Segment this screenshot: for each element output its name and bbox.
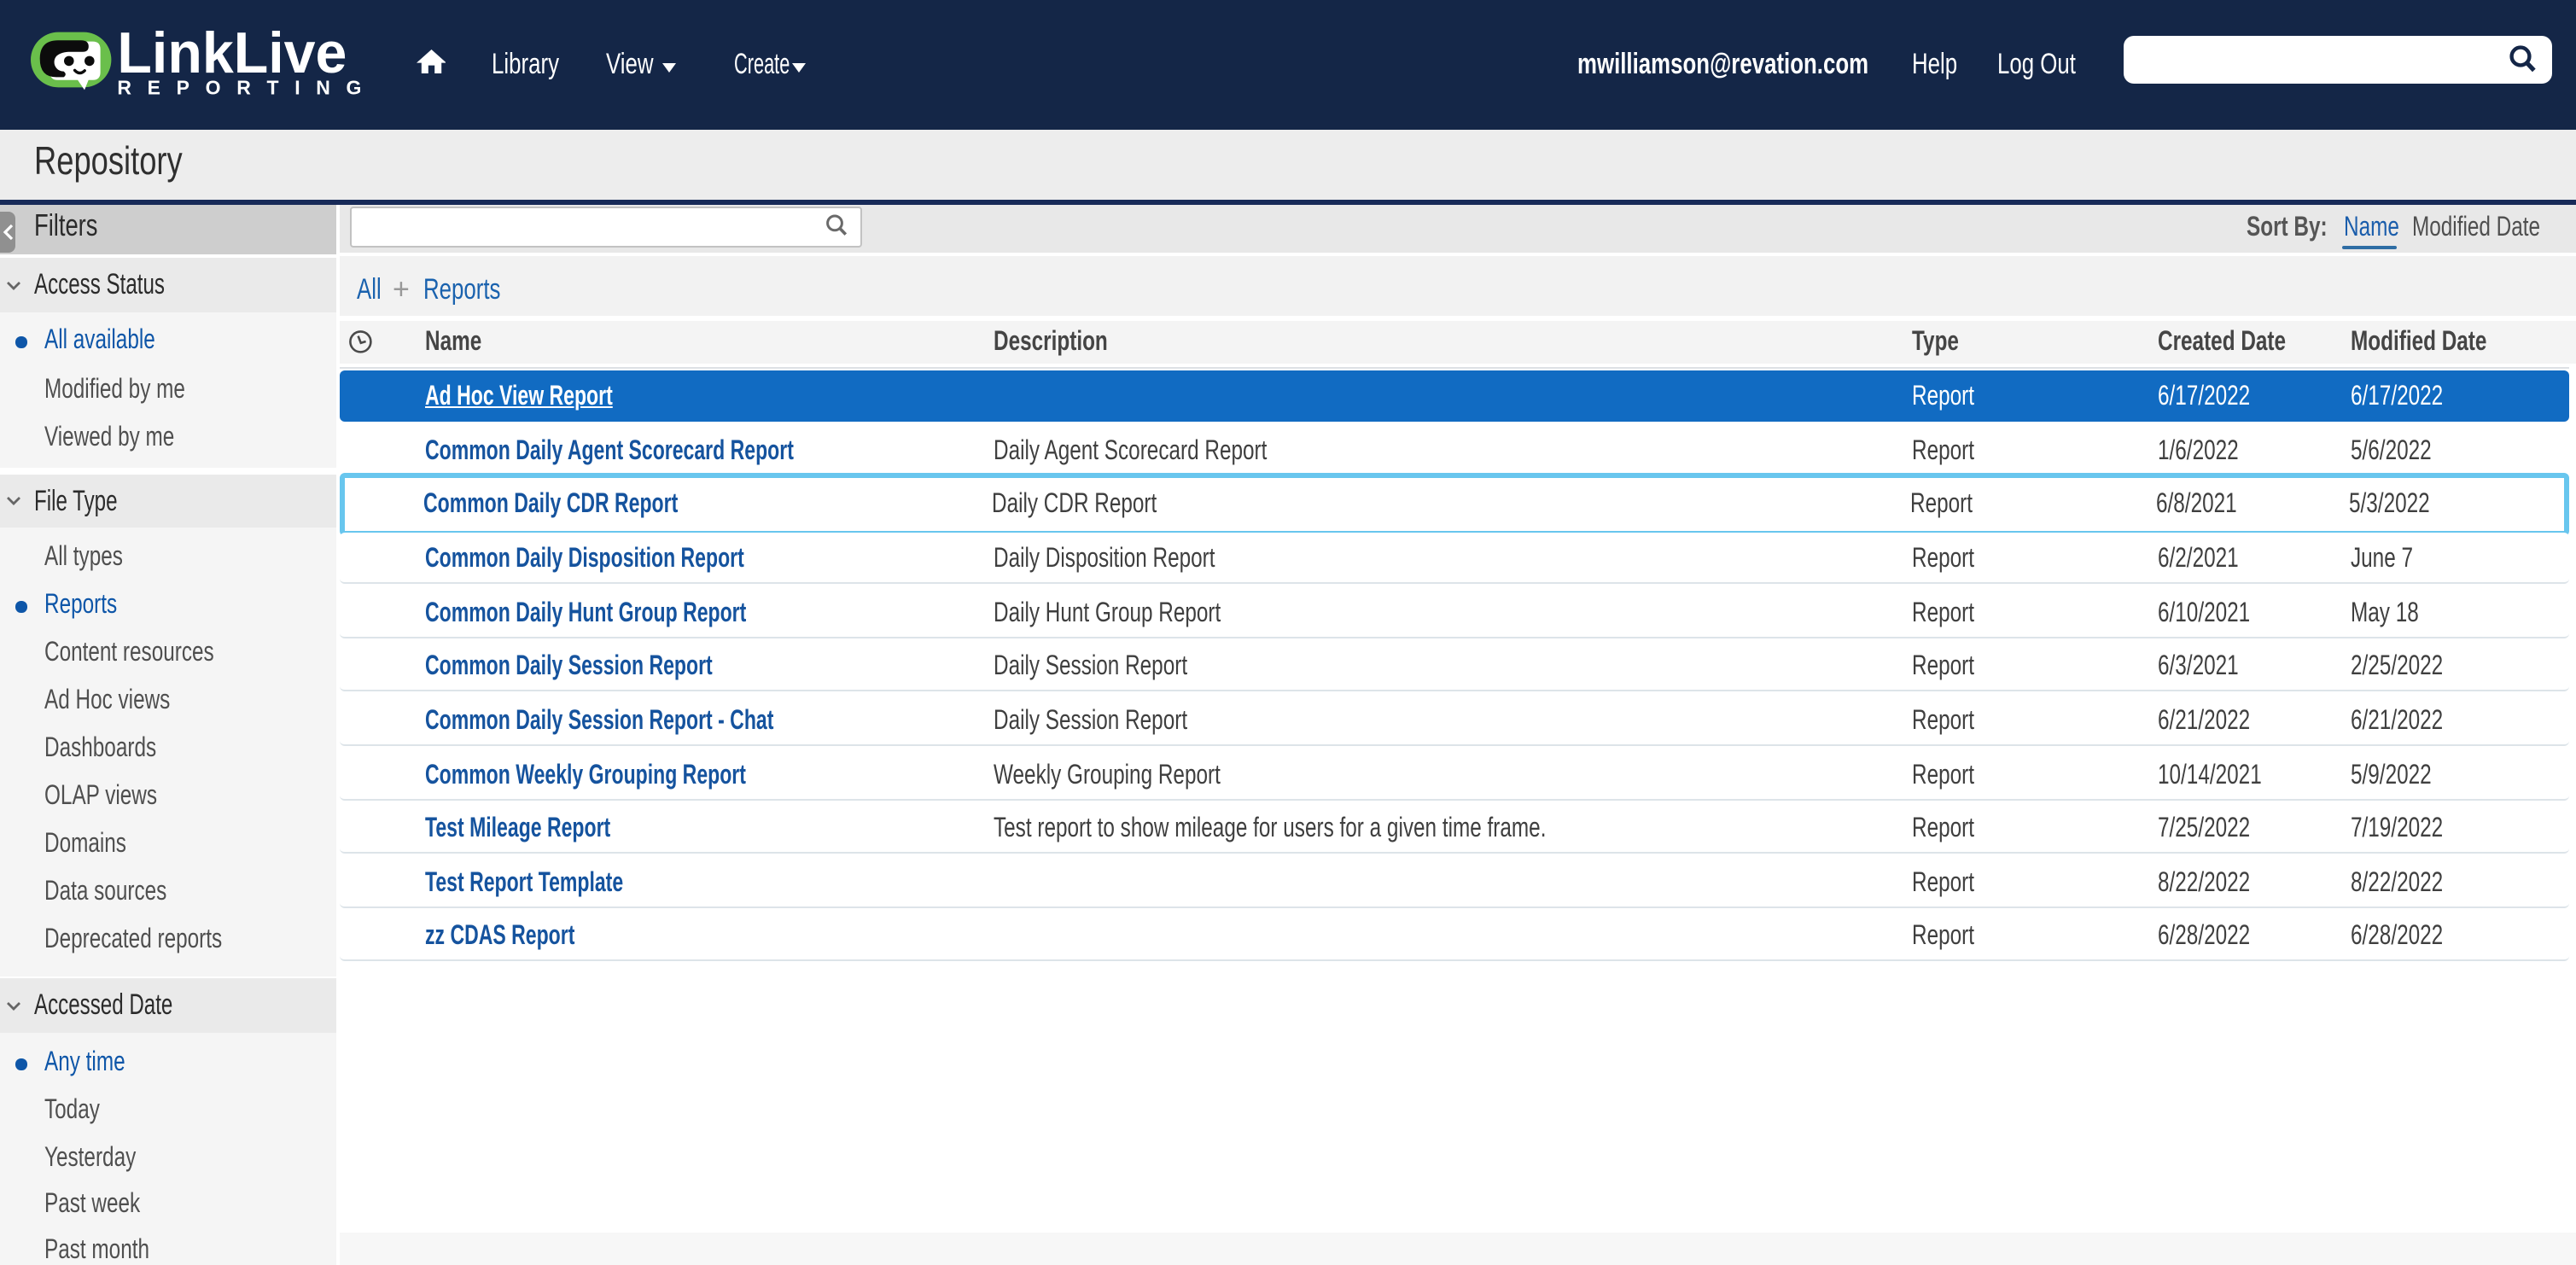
svg-text:REPORTING: REPORTING [118,76,362,97]
